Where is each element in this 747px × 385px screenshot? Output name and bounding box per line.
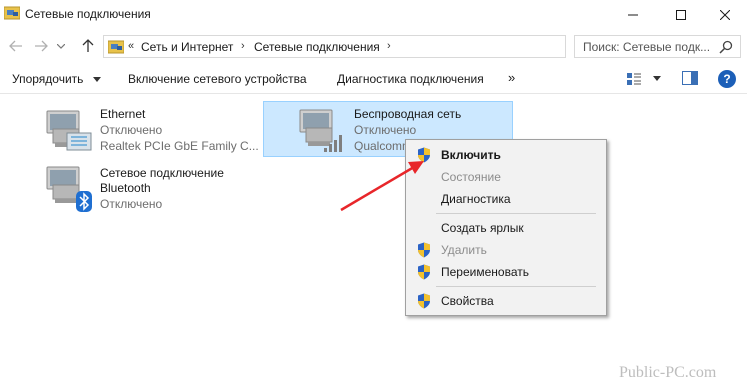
menu-item-label: Свойства (441, 294, 494, 308)
uac-shield-icon (418, 264, 430, 280)
watermark: Public-PC.com (619, 364, 717, 381)
menu-item-label: Удалить (441, 243, 487, 257)
menu-item-enable[interactable]: Включить (406, 144, 606, 166)
menu-item-diagnostics[interactable]: Диагностика (406, 188, 606, 210)
close-button[interactable] (702, 0, 747, 30)
uac-shield-icon (418, 147, 430, 163)
connection-status: Отключено (100, 197, 163, 211)
minimize-button[interactable] (610, 0, 656, 30)
organize-label: Упорядочить (12, 72, 84, 86)
forward-button[interactable] (33, 38, 49, 54)
chevron-down-icon (57, 43, 65, 49)
connection-device: Realtek PCIe GbE Family C... (100, 139, 259, 153)
organize-button[interactable]: Упорядочить (12, 72, 101, 86)
maximize-icon (676, 10, 686, 20)
command-bar: Упорядочить Включение сетевого устройств… (0, 64, 747, 94)
search-placeholder[interactable]: Поиск: Сетевые подк... (583, 40, 715, 54)
arrow-up-icon (82, 39, 94, 52)
connection-name-line2: Bluetooth (100, 181, 151, 195)
connection-name: Ethernet (100, 107, 146, 121)
connections-view: Ethernet Отключено Realtek PCIe GbE Fami… (0, 95, 747, 385)
connection-status: Отключено (100, 123, 163, 137)
menu-item-status: Состояние (406, 166, 606, 188)
menu-item-label: Состояние (441, 170, 501, 184)
menu-separator (436, 213, 596, 214)
arrow-left-icon (9, 40, 22, 52)
recent-locations-button[interactable] (56, 38, 66, 54)
arrow-right-icon (35, 40, 48, 52)
menu-separator (436, 286, 596, 287)
bluetooth-adapter-icon (46, 166, 92, 212)
uac-shield-icon (418, 293, 430, 309)
ethernet-adapter-icon (46, 110, 92, 151)
network-folder-icon (4, 6, 20, 20)
maximize-button[interactable] (658, 0, 704, 30)
search-input[interactable]: Поиск: Сетевые подк... (574, 35, 741, 58)
close-icon (720, 10, 730, 20)
more-commands-button[interactable]: » (508, 70, 515, 85)
diagnose-connection-button[interactable]: Диагностика подключения (337, 72, 484, 86)
breadcrumb-network-connections[interactable]: Сетевые подключения (254, 40, 380, 54)
menu-item-properties[interactable]: Свойства (406, 290, 606, 312)
menu-item-rename[interactable]: Переименовать (406, 261, 606, 283)
search-icon[interactable] (719, 40, 733, 54)
help-icon[interactable]: ? (718, 70, 736, 88)
connection-name: Беспроводная сеть (354, 107, 462, 121)
menu-item-label: Диагностика (441, 192, 511, 206)
caret-down-icon (92, 77, 101, 83)
context-menu: Включить Состояние Диагностика Создать я… (405, 139, 607, 316)
breadcrumb-separator[interactable]: › (241, 40, 245, 52)
window-title: Сетевые подключения (25, 7, 151, 21)
navigation-bar: « Сеть и Интернет › Сетевые подключения … (0, 30, 747, 64)
preview-pane-icon[interactable] (682, 71, 698, 85)
change-view-icon[interactable] (626, 71, 642, 87)
connection-device: Qualcomm (354, 139, 413, 153)
breadcrumb-separator[interactable]: « (128, 40, 134, 52)
menu-item-label: Переименовать (441, 265, 529, 279)
breadcrumb-separator[interactable]: › (387, 40, 391, 52)
up-button[interactable] (80, 38, 96, 54)
connection-ethernet[interactable]: Ethernet Отключено Realtek PCIe GbE Fami… (45, 103, 259, 155)
caret-down-icon[interactable] (653, 76, 661, 82)
connection-status: Отключено (354, 123, 417, 137)
connection-bluetooth[interactable]: Сетевое подключение Bluetooth Отключено (45, 161, 265, 217)
minimize-icon (628, 14, 638, 16)
breadcrumb-network-internet[interactable]: Сеть и Интернет (141, 40, 233, 54)
address-bar[interactable]: « Сеть и Интернет › Сетевые подключения … (103, 35, 663, 58)
menu-item-delete: Удалить (406, 239, 606, 261)
wireless-adapter-icon (299, 109, 342, 152)
connection-name: Сетевое подключение (100, 166, 224, 180)
menu-item-create-shortcut[interactable]: Создать ярлык (406, 217, 606, 239)
back-button[interactable] (8, 38, 24, 54)
menu-item-label: Включить (441, 148, 501, 162)
title-bar: Сетевые подключения (0, 0, 747, 30)
uac-shield-icon (418, 242, 430, 258)
enable-device-button[interactable]: Включение сетевого устройства (128, 72, 307, 86)
network-folder-icon (108, 40, 124, 54)
menu-item-label: Создать ярлык (441, 221, 524, 235)
